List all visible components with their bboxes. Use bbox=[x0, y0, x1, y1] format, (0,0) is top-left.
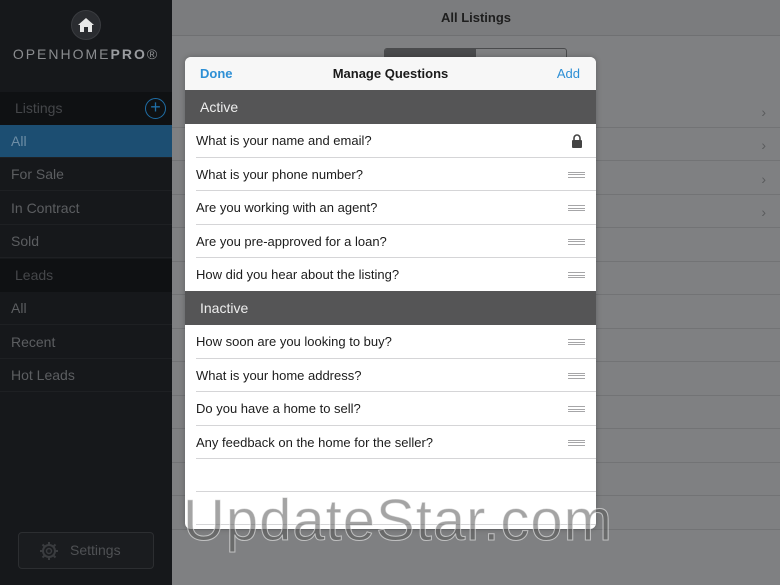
modal-header: Manage Questions Done Add bbox=[185, 57, 596, 90]
divider bbox=[196, 458, 596, 459]
question-text: Are you working with an agent? bbox=[196, 200, 378, 215]
sidebar-item-recent[interactable]: Recent bbox=[0, 326, 172, 359]
drag-handle-icon[interactable] bbox=[568, 205, 585, 211]
chevron-right-icon: › bbox=[761, 204, 766, 220]
drag-handle-icon[interactable] bbox=[568, 171, 585, 178]
settings-button[interactable]: Settings bbox=[18, 532, 154, 569]
settings-label: Settings bbox=[70, 542, 121, 558]
gear-icon bbox=[40, 542, 58, 560]
chevron-right-icon: › bbox=[761, 171, 766, 187]
home-icon bbox=[71, 10, 101, 40]
sidebar-item-in-contract[interactable]: In Contract bbox=[0, 192, 172, 225]
group-header-inactive: Inactive bbox=[185, 291, 596, 325]
section-label: Leads bbox=[15, 267, 54, 283]
watermark: UpdateStar.com bbox=[183, 488, 613, 554]
question-text: Do you have a home to sell? bbox=[196, 401, 361, 416]
sidebar-item-for-sale[interactable]: For Sale bbox=[0, 158, 172, 191]
lock-icon bbox=[572, 134, 582, 148]
add-question-button[interactable]: Add bbox=[557, 57, 580, 90]
question-row[interactable]: How did you hear about the listing? bbox=[185, 258, 596, 292]
manage-questions-modal: Manage Questions Done Add Active What is… bbox=[185, 57, 596, 529]
sidebar-item-listings-all[interactable]: All bbox=[0, 125, 172, 158]
question-row[interactable]: What is your name and email? bbox=[185, 124, 596, 158]
question-row[interactable]: What is your home address? bbox=[185, 359, 596, 392]
group-header-active: Active bbox=[185, 90, 596, 124]
question-text: What is your phone number? bbox=[196, 166, 363, 182]
section-label: Listings bbox=[15, 100, 63, 116]
section-header-listings: Listings + bbox=[0, 92, 172, 125]
drag-handle-icon[interactable] bbox=[568, 339, 585, 345]
chevron-right-icon: › bbox=[761, 137, 766, 153]
done-button[interactable]: Done bbox=[200, 57, 233, 90]
question-row[interactable]: Are you pre-approved for a loan? bbox=[185, 225, 596, 258]
brand-logo: OPENHOMEPRO® bbox=[0, 10, 172, 62]
modal-title: Manage Questions bbox=[332, 66, 449, 81]
drag-handle-icon[interactable] bbox=[568, 439, 585, 446]
question-row[interactable]: Do you have a home to sell? bbox=[185, 392, 596, 426]
question-text: What is your home address? bbox=[196, 367, 362, 383]
sidebar: OPENHOMEPRO® Listings + All For Sale In … bbox=[0, 0, 172, 585]
question-text: Are you pre-approved for a loan? bbox=[196, 233, 387, 249]
question-row[interactable]: How soon are you looking to buy? bbox=[185, 325, 596, 359]
add-listing-icon[interactable]: + bbox=[145, 98, 166, 119]
question-text: How soon are you looking to buy? bbox=[196, 334, 392, 349]
question-row[interactable]: What is your phone number? bbox=[185, 158, 596, 191]
drag-handle-icon[interactable] bbox=[568, 372, 585, 379]
sidebar-item-sold[interactable]: Sold bbox=[0, 225, 172, 258]
drag-handle-icon[interactable] bbox=[568, 272, 585, 278]
drag-handle-icon[interactable] bbox=[568, 238, 585, 245]
section-header-leads: Leads bbox=[0, 259, 172, 292]
chevron-right-icon: › bbox=[761, 104, 766, 120]
page-title: All Listings bbox=[172, 0, 780, 36]
sidebar-item-hot-leads[interactable]: Hot Leads bbox=[0, 359, 172, 392]
drag-handle-icon[interactable] bbox=[568, 406, 585, 412]
sidebar-item-leads-all[interactable]: All bbox=[0, 292, 172, 325]
question-row[interactable]: Are you working with an agent? bbox=[185, 191, 596, 225]
question-text: How did you hear about the listing? bbox=[196, 267, 400, 282]
brand-name: OPENHOMEPRO® bbox=[12, 46, 160, 62]
question-row[interactable]: Any feedback on the home for the seller? bbox=[185, 426, 596, 459]
question-text: Any feedback on the home for the seller? bbox=[196, 434, 434, 450]
question-text: What is your name and email? bbox=[196, 133, 372, 148]
